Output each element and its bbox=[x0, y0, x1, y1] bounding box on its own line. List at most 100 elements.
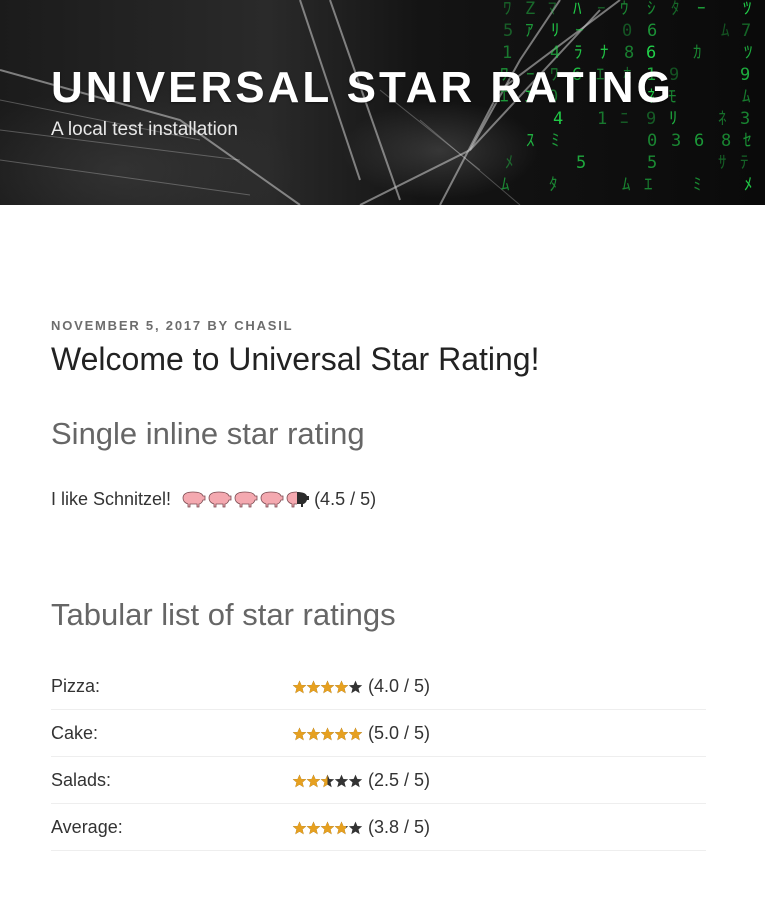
svg-text:5: 5 bbox=[503, 21, 513, 41]
star-icon bbox=[320, 821, 335, 834]
star-icon bbox=[348, 821, 363, 834]
svg-text:3: 3 bbox=[671, 131, 681, 151]
svg-text:9: 9 bbox=[740, 65, 750, 85]
star-icon bbox=[306, 774, 321, 787]
single-rating-score: (4.5 / 5) bbox=[314, 488, 377, 509]
svg-text:5: 5 bbox=[576, 153, 586, 173]
star-icon bbox=[320, 774, 335, 787]
pig-icon bbox=[286, 491, 310, 508]
svg-text:ﾊ: ﾊ bbox=[573, 0, 582, 19]
svg-text:ｽ: ｽ bbox=[526, 131, 535, 151]
table-row: Cake: (5.0 / 5) bbox=[51, 709, 706, 757]
rating-score: (4.0 / 5) bbox=[368, 675, 431, 696]
svg-text:ﾜ: ﾜ bbox=[503, 0, 512, 19]
average-row: Average: (3.8 / 5) bbox=[51, 803, 706, 851]
svg-text:0: 0 bbox=[647, 131, 657, 151]
star-icon bbox=[306, 727, 321, 740]
post-meta: NOVEMBER 5, 2017 BY CHASIL bbox=[51, 318, 293, 333]
rating-label: Average: bbox=[51, 803, 292, 851]
svg-text:ｰ: ｰ bbox=[597, 0, 606, 19]
pig-icon bbox=[260, 491, 284, 508]
star-icon bbox=[292, 774, 307, 787]
rating-score: (5.0 / 5) bbox=[368, 722, 431, 743]
star-icon bbox=[292, 727, 307, 740]
svg-text:6: 6 bbox=[647, 21, 657, 41]
rating-label: Cake: bbox=[51, 709, 292, 757]
rating-cell: (5.0 / 5) bbox=[292, 709, 706, 757]
rating-cell: (2.5 / 5) bbox=[292, 756, 706, 804]
rating-score: (2.5 / 5) bbox=[368, 769, 431, 790]
star-icon bbox=[292, 821, 307, 834]
star-icon bbox=[306, 821, 321, 834]
svg-text:4: 4 bbox=[550, 43, 560, 63]
svg-text:ﾒ: ﾒ bbox=[505, 153, 514, 173]
ratings-table: Pizza: (4.0 / 5) Cake: (5.0 / 5) Salads: (2.5… bbox=[51, 663, 706, 851]
star-icon bbox=[348, 680, 363, 693]
svg-text:ﾂ: ﾂ bbox=[744, 43, 753, 63]
rating-label: Pizza: bbox=[51, 663, 292, 710]
svg-text:ﾗ: ﾗ bbox=[574, 43, 583, 63]
post-author[interactable]: CHASIL bbox=[234, 318, 293, 333]
star-icon bbox=[320, 727, 335, 740]
svg-text:ﾀ: ﾀ bbox=[549, 175, 558, 195]
rating-cell: (4.0 / 5) bbox=[292, 663, 706, 710]
post-date[interactable]: NOVEMBER 5, 2017 bbox=[51, 318, 202, 333]
star-icon bbox=[334, 821, 349, 834]
svg-text:ｶ: ｶ bbox=[693, 43, 702, 63]
svg-text:1: 1 bbox=[502, 43, 512, 63]
svg-text:7: 7 bbox=[741, 21, 751, 41]
svg-text:ﾑ: ﾑ bbox=[721, 21, 730, 41]
svg-text:ﾂ: ﾂ bbox=[743, 0, 752, 19]
svg-text:ｻ: ｻ bbox=[718, 153, 727, 173]
star-icon bbox=[348, 727, 363, 740]
pig-icon bbox=[182, 491, 206, 508]
svg-text:ﾅ: ﾅ bbox=[600, 43, 609, 63]
site-description: A local test installation bbox=[51, 119, 238, 140]
svg-text:ﾑ: ﾑ bbox=[742, 87, 751, 107]
post-by: BY bbox=[207, 318, 229, 333]
table-row: Pizza: (4.0 / 5) bbox=[51, 663, 706, 710]
star-icon bbox=[306, 680, 321, 693]
svg-text:ｴ: ｴ bbox=[644, 175, 653, 195]
svg-text:ﾈ: ﾈ bbox=[718, 109, 727, 129]
star-icon bbox=[292, 680, 307, 693]
svg-text:ｾ: ｾ bbox=[743, 131, 752, 151]
svg-text:3: 3 bbox=[740, 109, 750, 129]
star-rating bbox=[292, 727, 363, 741]
svg-text:6: 6 bbox=[694, 131, 704, 151]
svg-text:ｳ: ｳ bbox=[620, 0, 629, 19]
svg-text:6: 6 bbox=[646, 43, 656, 63]
post-title: Welcome to Universal Star Rating! bbox=[51, 341, 540, 377]
star-icon bbox=[334, 774, 349, 787]
rating-label: Salads: bbox=[51, 756, 292, 804]
single-rating-line: I like Schnitzel! (4.5 / 5) bbox=[51, 486, 376, 512]
svg-text:ﾃ: ﾃ bbox=[740, 153, 749, 173]
table-rating-heading: Tabular list of star ratings bbox=[51, 597, 396, 632]
svg-text:ﾀ: ﾀ bbox=[671, 0, 680, 19]
svg-text:8: 8 bbox=[721, 131, 731, 151]
star-icon bbox=[320, 680, 335, 693]
svg-text:ｼ: ｼ bbox=[647, 0, 656, 19]
pig-rating bbox=[180, 489, 310, 509]
svg-text:ﾏ: ﾏ bbox=[548, 0, 557, 19]
star-rating bbox=[292, 680, 363, 694]
rating-cell: (3.8 / 5) bbox=[292, 803, 706, 851]
star-icon bbox=[334, 727, 349, 740]
site-header: ﾜ51ﾜｴﾒﾑZｱｰｴｽﾏﾘ4ﾜ04ﾐﾀﾊｰﾗ65ｰﾅｴ1ｳ08ﾎﾆﾑｼ661ﾈ… bbox=[0, 0, 765, 205]
site-title[interactable]: UNIVERSAL STAR RATING bbox=[51, 63, 674, 113]
star-rating bbox=[292, 821, 363, 835]
star-icon bbox=[334, 680, 349, 693]
svg-text:ﾘ: ﾘ bbox=[551, 21, 560, 41]
svg-text:0: 0 bbox=[622, 21, 632, 41]
rating-score: (3.8 / 5) bbox=[368, 816, 431, 837]
pig-icon bbox=[208, 491, 232, 508]
pig-icon bbox=[234, 491, 258, 508]
svg-text:ｰ: ｰ bbox=[575, 21, 584, 41]
single-rating-heading: Single inline star rating bbox=[51, 416, 365, 451]
svg-text:Z: Z bbox=[525, 0, 535, 19]
svg-text:ﾒ: ﾒ bbox=[744, 175, 753, 195]
svg-text:ﾑ: ﾑ bbox=[501, 175, 510, 195]
svg-text:ﾐ: ﾐ bbox=[551, 131, 560, 151]
svg-text:ﾑ: ﾑ bbox=[622, 175, 631, 195]
svg-text:5: 5 bbox=[647, 153, 657, 173]
